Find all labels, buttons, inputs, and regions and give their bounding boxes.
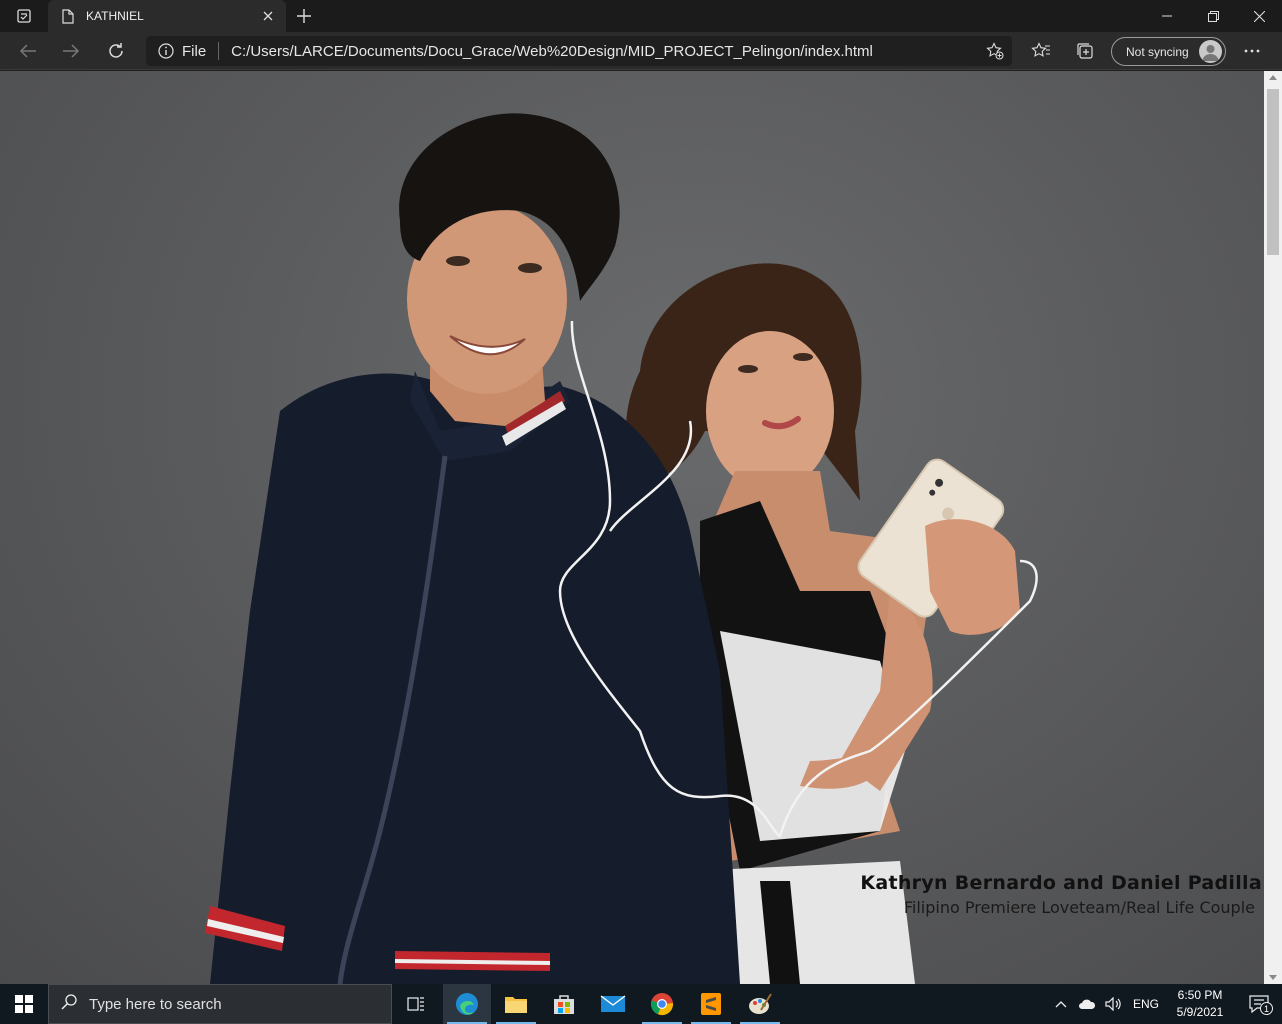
start-button[interactable]	[0, 984, 48, 1024]
scrollbar-thumb[interactable]	[1267, 89, 1279, 255]
scroll-up-icon[interactable]	[1269, 75, 1277, 80]
page-scrollbar[interactable]	[1264, 71, 1282, 984]
more-menu-icon[interactable]	[1238, 37, 1266, 65]
search-placeholder: Type here to search	[89, 995, 222, 1013]
clock-time: 6:50 PM	[1177, 988, 1223, 1002]
refresh-icon[interactable]	[102, 37, 130, 65]
task-view-icon[interactable]	[392, 984, 440, 1024]
store-icon[interactable]	[540, 984, 588, 1024]
volume-icon[interactable]	[1100, 997, 1128, 1011]
info-icon[interactable]	[158, 43, 174, 59]
photo-caption: Kathryn Bernardo and Daniel Padilla Fili…	[860, 872, 1262, 917]
close-window-button[interactable]	[1236, 0, 1282, 32]
tab-actions-icon[interactable]	[8, 5, 40, 27]
taskbar-search[interactable]: Type here to search	[48, 984, 392, 1024]
sublime-text-icon[interactable]	[687, 984, 735, 1024]
edge-icon[interactable]	[443, 984, 491, 1024]
tab-strip: KATHNIEL	[0, 0, 1282, 32]
notifications-icon[interactable]: 1	[1236, 995, 1282, 1015]
clock-date: 5/9/2021	[1176, 1005, 1224, 1019]
address-url[interactable]: C:/Users/LARCE/Documents/Docu_Grace/Web%…	[231, 43, 873, 60]
new-tab-button[interactable]	[292, 4, 316, 28]
windows-taskbar: Type here to search ENG 6:50 PM 5/9/2021…	[0, 984, 1282, 1024]
search-icon	[61, 993, 77, 1015]
mail-icon[interactable]	[589, 984, 637, 1024]
caption-subtitle: Filipino Premiere Loveteam/Real Life Cou…	[903, 898, 1255, 917]
notification-badge: 1	[1260, 1002, 1273, 1015]
tab-title: KATHNIEL	[86, 9, 144, 23]
clock[interactable]: 6:50 PM 5/9/2021	[1164, 987, 1236, 1021]
address-scheme: File	[182, 42, 207, 60]
address-separator	[218, 42, 220, 60]
profile-sync-button[interactable]: Not syncing	[1111, 37, 1226, 66]
windows-logo-icon	[15, 995, 33, 1013]
avatar-icon	[1199, 40, 1222, 63]
chrome-icon[interactable]	[638, 984, 686, 1024]
minimize-button[interactable]	[1144, 0, 1190, 32]
system-tray: ENG 6:50 PM 5/9/2021 1	[1048, 984, 1282, 1024]
chevron-up-icon[interactable]	[1048, 1000, 1074, 1008]
sync-label: Not syncing	[1126, 44, 1189, 59]
page-viewport: Kathryn Bernardo and Daniel Padilla Fili…	[0, 71, 1264, 984]
address-bar[interactable]: File C:/Users/LARCE/Documents/Docu_Grace…	[146, 36, 1012, 66]
back-arrow-icon[interactable]	[14, 37, 42, 65]
favorites-icon[interactable]	[1027, 37, 1055, 65]
close-tab-icon[interactable]	[256, 4, 280, 28]
paint-icon[interactable]	[736, 984, 784, 1024]
input-language[interactable]: ENG	[1128, 997, 1164, 1011]
caption-name: Kathryn Bernardo and Daniel Padilla	[860, 872, 1262, 894]
file-explorer-icon[interactable]	[492, 984, 540, 1024]
add-favorite-icon[interactable]	[986, 42, 1004, 60]
collections-icon[interactable]	[1071, 37, 1099, 65]
browser-tab[interactable]: KATHNIEL	[48, 0, 286, 32]
page-icon	[60, 8, 76, 24]
forward-arrow-icon[interactable]	[57, 37, 85, 65]
onedrive-cloud-icon[interactable]	[1074, 998, 1100, 1010]
browser-toolbar: File C:/Users/LARCE/Documents/Docu_Grace…	[0, 32, 1282, 70]
scroll-down-icon[interactable]	[1269, 975, 1277, 980]
restore-button[interactable]	[1190, 0, 1236, 32]
couple-photo	[205, 113, 1038, 984]
